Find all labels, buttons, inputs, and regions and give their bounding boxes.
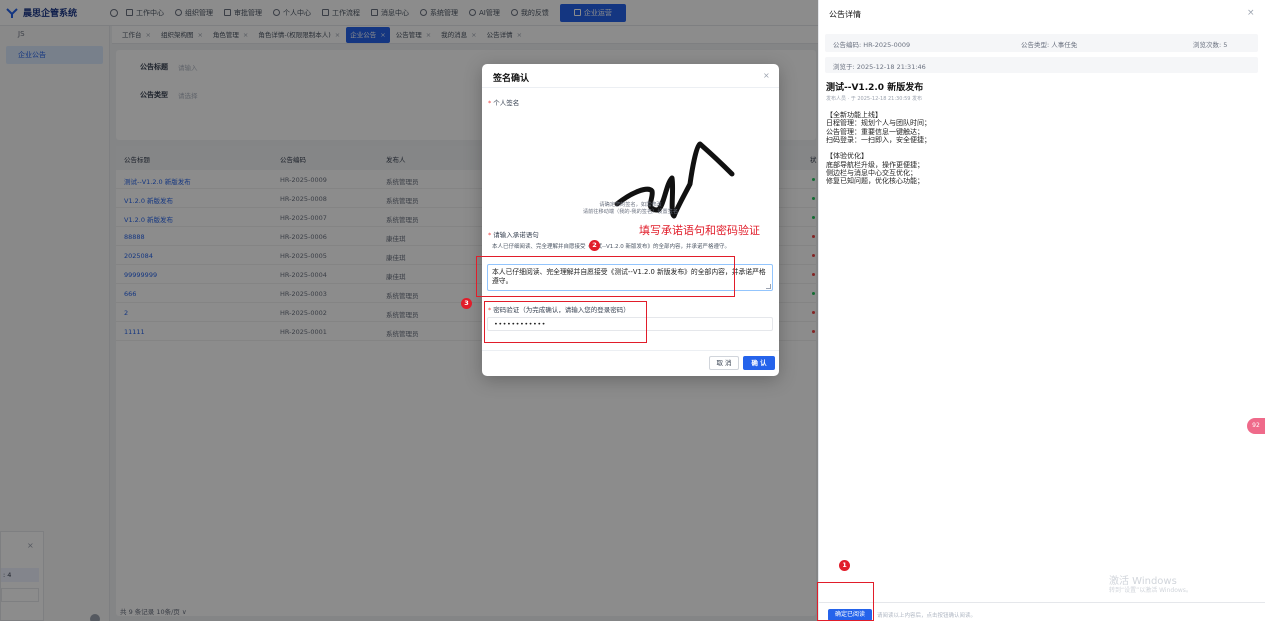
document-body: 【全新功能上线】 日程管理：规划个人与团队时间； 公告管理：重要信息一键触达； …	[826, 111, 931, 186]
confirm-button[interactable]: 确 认	[743, 356, 775, 370]
announcement-code: 公告编码: HR-2025-0009	[833, 41, 911, 49]
footer-hint: 请阅读以上内容后，点击按钮确认阅读。	[877, 613, 977, 619]
pledge-label-text: 请输入承诺语句	[493, 231, 539, 239]
signature-hint-mobile: 请前往移动端（我的-我的签名）设置签名	[582, 209, 679, 215]
announcement-detail-drawer: 公告详情 × 公告编码: HR-2025-0009 公告类型: 人事任免 浏览次…	[818, 0, 1265, 621]
pledge-reference-text: 本人已仔细阅读、完全理解并自愿接受《测试--V1.2.0 新版发布》的全部内容，…	[492, 244, 730, 250]
close-icon[interactable]: ×	[763, 71, 770, 80]
announcement-type: 公告类型: 人事任免	[1021, 41, 1078, 49]
annotation-box-step1	[817, 582, 874, 621]
divider	[482, 350, 779, 351]
annotation-step2: 2	[589, 240, 600, 251]
annotation-step1: 1	[839, 560, 850, 571]
view-count: 浏览次数: 5	[1193, 41, 1228, 49]
document-meta: 发布人员 · 于 2025-12-18 21:30:59 发布	[826, 96, 923, 102]
annotation-box-step3	[484, 301, 647, 343]
modal-title: 签名确认	[493, 74, 530, 84]
viewed-at: 浏览于: 2025-12-18 21:31:46	[833, 63, 926, 71]
drawer-title: 公告详情	[829, 10, 861, 19]
floating-assistant-badge[interactable]: 92	[1247, 418, 1265, 434]
signature-hint: 请确定您的签名，如需修改	[599, 202, 662, 208]
divider	[482, 87, 779, 88]
drawer-footer: 确定已阅读 请阅读以上内容后，点击按钮确认阅读。	[819, 602, 1265, 621]
info-bar: 公告编码: HR-2025-0009 公告类型: 人事任免 浏览次数: 5	[825, 34, 1258, 52]
annotation-caption: 填写承诺语句和密码验证	[639, 224, 760, 237]
cancel-button[interactable]: 取 消	[709, 356, 739, 370]
close-icon[interactable]: ×	[1247, 8, 1255, 18]
signature-label: * 个人签名	[488, 99, 520, 107]
signature-label-text: 个人签名	[493, 99, 520, 107]
pledge-label: * 请输入承诺语句	[488, 231, 539, 239]
windows-watermark-sub: 转到“设置”以激活 Windows。	[1109, 587, 1192, 594]
view-time-bar: 浏览于: 2025-12-18 21:31:46	[825, 57, 1258, 73]
annotation-step3: 3	[461, 298, 472, 309]
annotation-box-step2	[476, 256, 735, 297]
document-title: 测试--V1.2.0 新版发布	[826, 83, 924, 93]
resize-handle[interactable]	[766, 284, 771, 289]
